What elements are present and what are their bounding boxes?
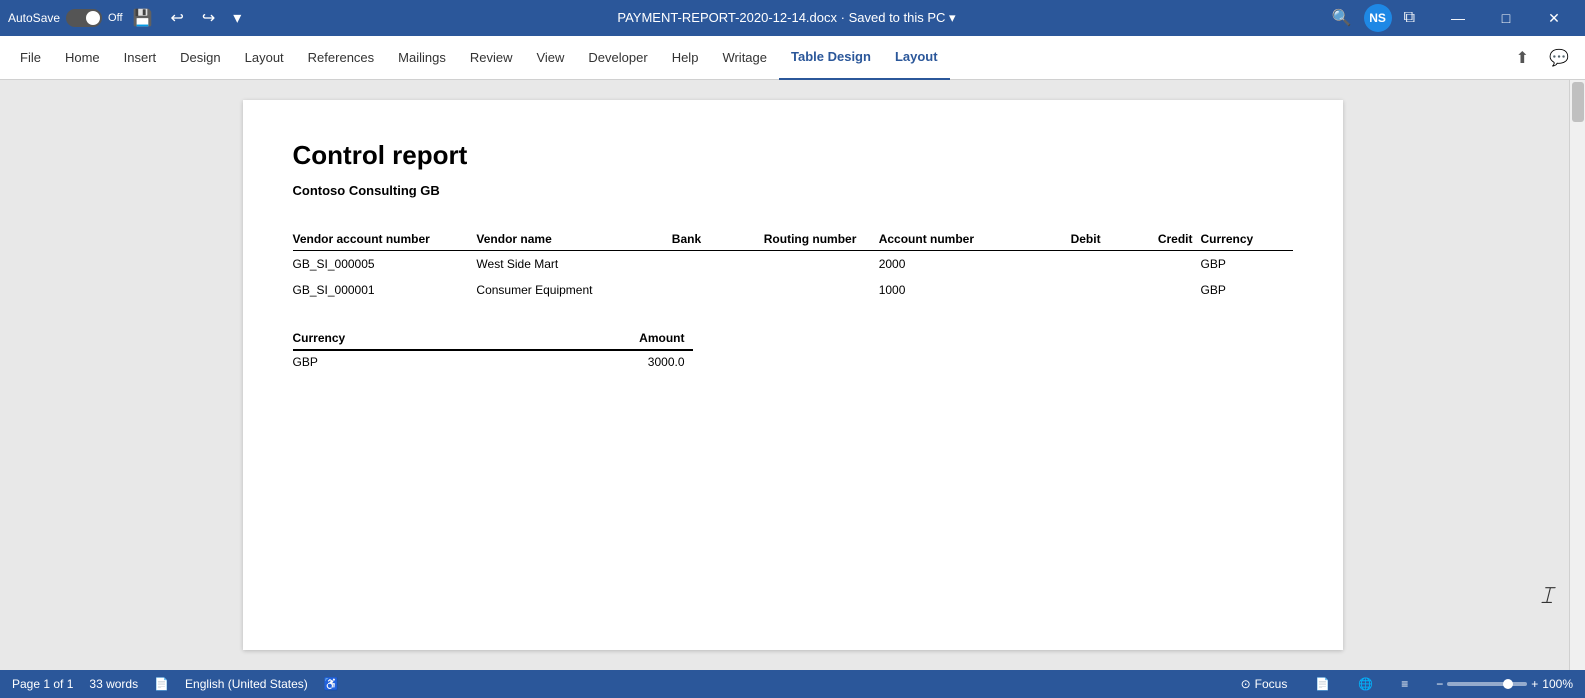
minimize-button[interactable]: —	[1435, 0, 1481, 36]
more-icon[interactable]: ▾	[229, 4, 245, 32]
proofing-icon[interactable]: 📄	[154, 677, 169, 691]
save-status: · Saved to this PC ▾	[841, 10, 956, 25]
autosave-state: Off	[108, 12, 122, 24]
table-row: GB_SI_000001 Consumer Equipment 1000 GBP	[293, 277, 1293, 303]
title-bar: AutoSave Off 💾 ↩ ↪ ▾ PAYMENT-REPORT-2020…	[0, 0, 1585, 36]
title-bar-left: AutoSave Off 💾 ↩ ↪ ▾	[8, 4, 245, 32]
tab-insert[interactable]: Insert	[112, 36, 169, 80]
document-page: Control report Contoso Consulting GB Ven…	[243, 100, 1343, 650]
document-report-title: Control report	[293, 140, 1293, 171]
zoom-out-icon[interactable]: −	[1436, 677, 1443, 691]
scroll-area[interactable]: Control report Contoso Consulting GB Ven…	[0, 80, 1585, 670]
status-bar: Page 1 of 1 33 words 📄 English (United S…	[0, 670, 1585, 698]
cell-routing-2	[764, 277, 879, 303]
page-info: Page 1 of 1	[12, 677, 73, 691]
user-avatar[interactable]: NS	[1364, 4, 1392, 32]
zoom-slider[interactable]	[1447, 682, 1527, 686]
vertical-scrollbar[interactable]	[1569, 80, 1585, 670]
restore-down-icon[interactable]: ⧉	[1400, 5, 1419, 31]
tab-home[interactable]: Home	[53, 36, 112, 80]
cell-vendor-name-1: West Side Mart	[476, 251, 671, 278]
tab-table-design[interactable]: Table Design	[779, 36, 883, 80]
col-debit: Debit	[1017, 228, 1109, 251]
save-icon[interactable]: 💾	[129, 4, 157, 32]
zoom-slider-thumb[interactable]	[1503, 679, 1513, 689]
cell-vendor-name-2: Consumer Equipment	[476, 277, 671, 303]
tab-references[interactable]: References	[296, 36, 386, 80]
cell-vendor-account-1: GB_SI_000005	[293, 251, 477, 278]
cell-debit-1	[1017, 251, 1109, 278]
view-outline-icon[interactable]: ≡	[1401, 677, 1408, 691]
language[interactable]: English (United States)	[185, 677, 308, 691]
tab-layout-active[interactable]: Layout	[883, 36, 950, 80]
zoom-percent: 100%	[1542, 677, 1573, 691]
col-currency: Currency	[1201, 228, 1293, 251]
cell-bank-2	[672, 277, 764, 303]
zoom-in-icon[interactable]: +	[1531, 677, 1538, 691]
cell-credit-1	[1109, 251, 1201, 278]
tab-layout[interactable]: Layout	[233, 36, 296, 80]
cell-account-2: 1000	[879, 277, 1017, 303]
comments-icon[interactable]: 💬	[1541, 44, 1577, 72]
tab-developer[interactable]: Developer	[576, 36, 659, 80]
tab-design[interactable]: Design	[168, 36, 232, 80]
summary-table: Currency Amount GBP 3000.0	[293, 327, 693, 373]
document-title: PAYMENT-REPORT-2020-12-14.docx	[617, 10, 837, 25]
scrollbar-thumb[interactable]	[1572, 82, 1584, 122]
share-icon[interactable]: ⬆	[1508, 44, 1537, 72]
zoom-control[interactable]: − + 100%	[1436, 677, 1573, 691]
autosave-toggle[interactable]	[66, 9, 102, 27]
tab-file[interactable]: File	[8, 36, 53, 80]
col-routing-number: Routing number	[764, 228, 879, 251]
document-subtitle: Contoso Consulting GB	[293, 183, 1293, 198]
col-account-number: Account number	[879, 228, 1017, 251]
accessibility-icon[interactable]: ♿	[324, 677, 339, 691]
tab-help[interactable]: Help	[660, 36, 711, 80]
tab-writage[interactable]: Writage	[710, 36, 779, 80]
autosave-label: AutoSave	[8, 11, 60, 25]
quick-access-icons: 💾 ↩ ↪ ▾	[129, 4, 246, 32]
cell-account-1: 2000	[879, 251, 1017, 278]
summary-row: GBP 3000.0	[293, 350, 693, 373]
title-bar-right: 🔍 NS ⧉ — □ ✕	[1328, 0, 1577, 36]
close-button[interactable]: ✕	[1531, 0, 1577, 36]
col-vendor-account: Vendor account number	[293, 228, 477, 251]
maximize-button[interactable]: □	[1483, 0, 1529, 36]
summary-cell-currency: GBP	[293, 350, 543, 373]
col-vendor-name: Vendor name	[476, 228, 671, 251]
view-print-icon[interactable]: 📄	[1315, 677, 1330, 691]
cell-debit-2	[1017, 277, 1109, 303]
view-web-icon[interactable]: 🌐	[1358, 677, 1373, 691]
cell-vendor-account-2: GB_SI_000001	[293, 277, 477, 303]
focus-button[interactable]: ⊙ Focus	[1241, 677, 1288, 691]
window-controls: — □ ✕	[1435, 0, 1577, 36]
summary-col-amount: Amount	[543, 327, 693, 350]
cursor-icon: 𝙸	[1538, 583, 1555, 610]
title-bar-center: PAYMENT-REPORT-2020-12-14.docx · Saved t…	[245, 10, 1327, 26]
tab-review[interactable]: Review	[458, 36, 525, 80]
summary-cell-amount: 3000.0	[543, 350, 693, 373]
ribbon-right: ⬆ 💬	[1508, 44, 1577, 72]
cell-credit-2	[1109, 277, 1201, 303]
content-area: Control report Contoso Consulting GB Ven…	[0, 80, 1585, 670]
tab-view[interactable]: View	[524, 36, 576, 80]
cell-currency-1: GBP	[1201, 251, 1293, 278]
cell-bank-1	[672, 251, 764, 278]
main-table: Vendor account number Vendor name Bank R…	[293, 228, 1293, 303]
summary-col-currency: Currency	[293, 327, 543, 350]
col-bank: Bank	[672, 228, 764, 251]
table-row: GB_SI_000005 West Side Mart 2000 GBP	[293, 251, 1293, 278]
word-count: 33 words	[89, 677, 138, 691]
cell-routing-1	[764, 251, 879, 278]
tab-mailings[interactable]: Mailings	[386, 36, 458, 80]
status-bar-right: ⊙ Focus 📄 🌐 ≡ − + 100%	[1241, 677, 1573, 691]
cell-currency-2: GBP	[1201, 277, 1293, 303]
ribbon: File Home Insert Design Layout Reference…	[0, 36, 1585, 80]
undo-icon[interactable]: ↩	[166, 4, 187, 32]
col-credit: Credit	[1109, 228, 1201, 251]
search-icon[interactable]: 🔍	[1328, 4, 1356, 32]
redo-icon[interactable]: ↪	[198, 4, 219, 32]
